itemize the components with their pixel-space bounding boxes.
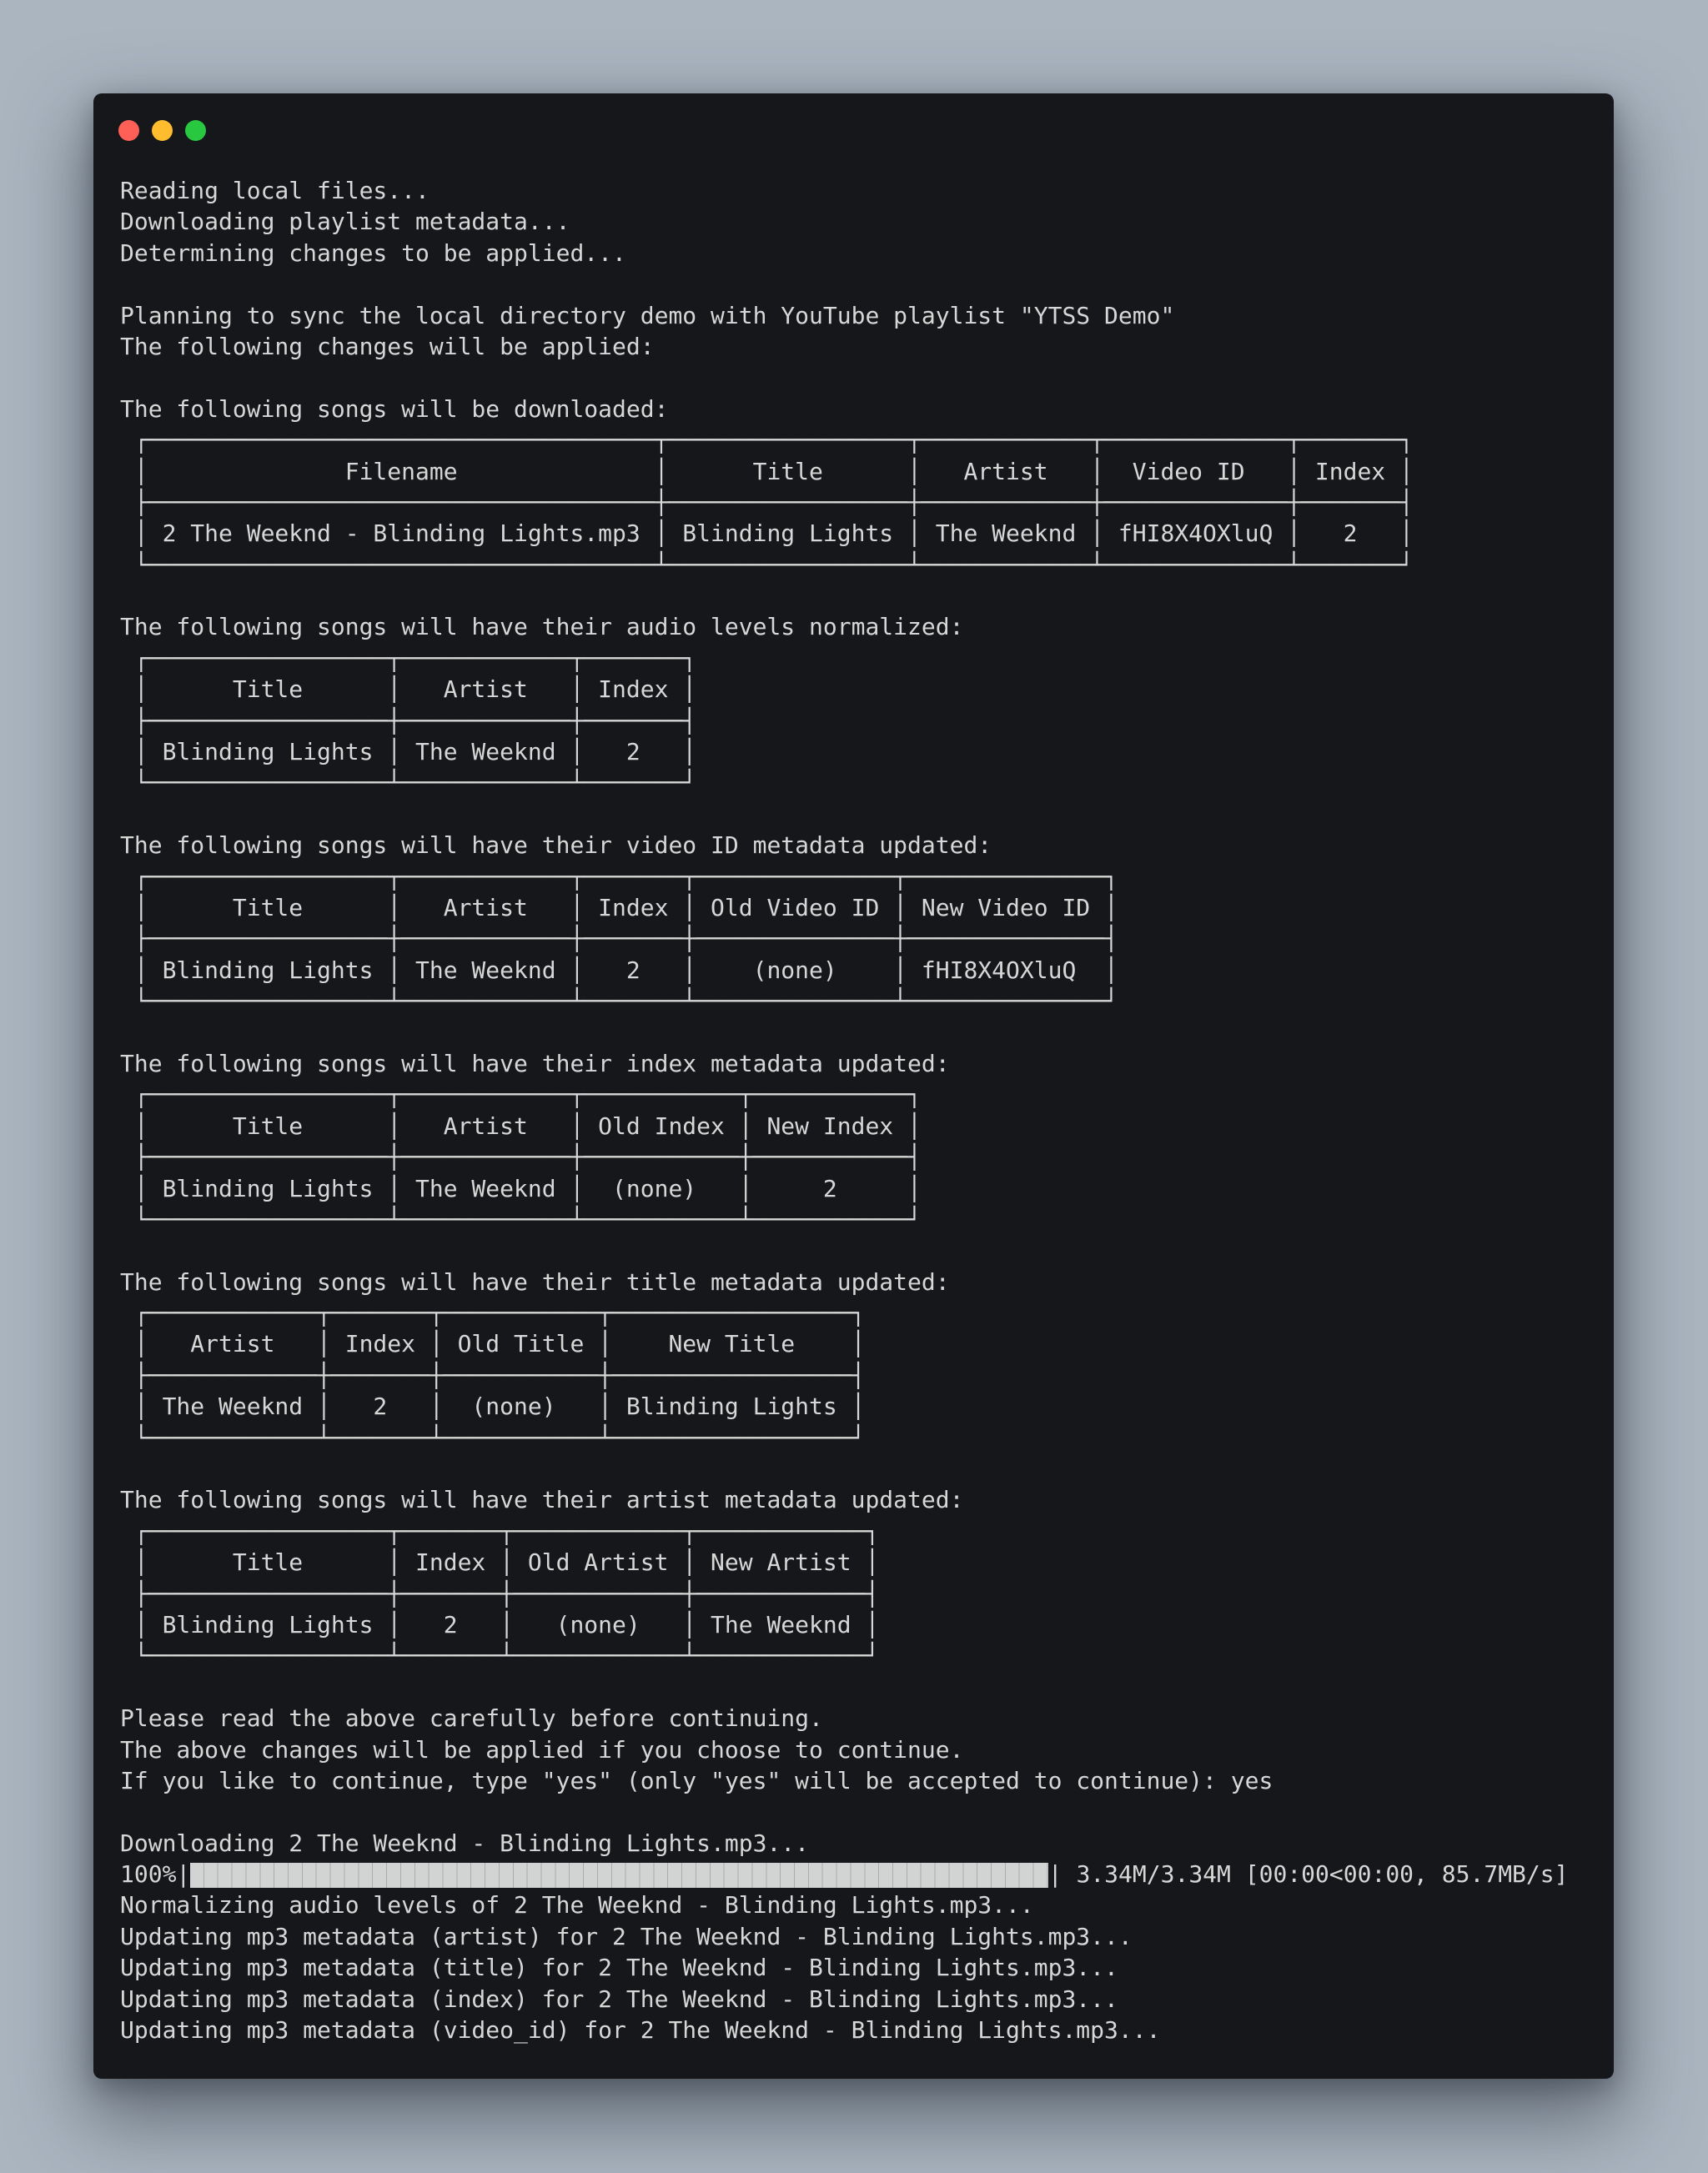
table-top-border: ┌────────────────────────────────────┬──… (120, 426, 1414, 454)
output-line: Updating mp3 metadata (index) for 2 The … (120, 1985, 1118, 2013)
changes-table: ┌─────────────────┬────────────┬───────┬… (120, 861, 1568, 1017)
output-line: Determining changes to be applied... (120, 238, 626, 267)
table-top-border: ┌─────────────────┬────────────┬────────… (120, 1081, 922, 1109)
progress-percent: 100%| (120, 1860, 191, 1889)
table-header-row: │ Artist │ Index │ Old Title │ New Title… (120, 1330, 866, 1358)
section-heading: The following songs will have their audi… (120, 613, 964, 641)
output-line: The following changes will be applied: (120, 332, 655, 360)
maximize-window-button[interactable] (185, 120, 206, 141)
table-row: │ Blinding Lights │ The Weeknd │ 2 │ (120, 738, 697, 766)
table-separator: ├────────────────────────────────────┼──… (120, 488, 1414, 516)
confirm-line: The above changes will be applied if you… (120, 1735, 964, 1764)
section-heading: The following songs will have their titl… (120, 1267, 950, 1296)
progress-bar (190, 1863, 1048, 1889)
output-line: Updating mp3 metadata (video_id) for 2 T… (120, 2016, 1161, 2045)
terminal-window: Reading local files... Downloading playli… (93, 93, 1614, 2079)
table-row: │ The Weeknd │ 2 │ (none) │ Blinding Lig… (120, 1393, 866, 1421)
output-line: Downloading playlist metadata... (120, 208, 570, 236)
table-header-row: │ Title │ Index │ Old Artist │ New Artis… (120, 1548, 880, 1577)
terminal-output: Reading local files... Downloading playli… (120, 175, 1568, 2045)
section-heading: The following songs will be downloaded: (120, 394, 669, 423)
window-controls (118, 120, 206, 141)
section-heading: The following songs will have their inde… (120, 1049, 950, 1077)
table-row: │ Blinding Lights │ The Weeknd │ 2 │ (no… (120, 956, 1118, 984)
output-line: Planning to sync the local directory dem… (120, 301, 1175, 329)
table-bottom-border: └─────────────────┴────────────┴───────┴… (120, 987, 1118, 1016)
changes-table: ┌─────────────────┬───────┬────────────┬… (120, 1516, 1568, 1672)
table-header-row: │ Title │ Artist │ Index │ Old Video ID … (120, 893, 1118, 921)
table-top-border: ┌─────────────────┬────────────┬───────┐ (120, 644, 697, 672)
changes-table: ┌────────────────────────────────────┬──… (120, 424, 1568, 580)
table-separator: ├─────────────────┼────────────┼───────┤ (120, 706, 697, 735)
confirm-line: If you like to continue, type "yes" (onl… (120, 1766, 1273, 1794)
minimize-window-button[interactable] (152, 120, 173, 141)
table-bottom-border: └─────────────────┴───────┴────────────┴… (120, 1642, 880, 1670)
changes-table: ┌─────────────────┬────────────┬────────… (120, 1079, 1568, 1235)
table-row: │ 2 The Weeknd - Blinding Lights.mp3 │ B… (120, 519, 1414, 548)
changes-table: ┌─────────────────┬────────────┬───────┐… (120, 643, 1568, 799)
progress-stats: | 3.34M/3.34M [00:00<00:00, 85.7MB/s] (1047, 1860, 1569, 1889)
table-top-border: ┌─────────────────┬───────┬────────────┬… (120, 1517, 880, 1545)
table-bottom-border: └─────────────────┴────────────┴────────… (120, 1205, 922, 1233)
table-header-row: │ Filename │ Title │ Artist │ Video ID │… (120, 457, 1414, 485)
output-line: Updating mp3 metadata (title) for 2 The … (120, 1954, 1118, 1982)
table-row: │ Blinding Lights │ 2 │ (none) │ The Wee… (120, 1610, 880, 1639)
output-line: Updating mp3 metadata (artist) for 2 The… (120, 1922, 1133, 1950)
progress-line: 100%| | 3.34M/3.34M [00:00<00:00, 85.7MB/… (120, 1859, 1568, 1889)
table-separator: ├────────────┼───────┼───────────┼──────… (120, 1361, 866, 1389)
output-line: Normalizing audio levels of 2 The Weeknd… (120, 1891, 1034, 1920)
table-separator: ├─────────────────┼────────────┼────────… (120, 1143, 922, 1172)
table-separator: ├─────────────────┼────────────┼───────┼… (120, 925, 1118, 953)
section-heading: The following songs will have their arti… (120, 1486, 964, 1514)
table-row: │ Blinding Lights │ The Weeknd │ (none) … (120, 1174, 922, 1202)
table-bottom-border: └────────────────────────────────────┴──… (120, 550, 1414, 579)
table-top-border: ┌────────────┬───────┬───────────┬──────… (120, 1299, 866, 1327)
confirm-line: Please read the above carefully before c… (120, 1704, 823, 1733)
download-status: Downloading 2 The Weeknd - Blinding Ligh… (120, 1829, 810, 1857)
table-header-row: │ Title │ Artist │ Index │ (120, 675, 697, 704)
section-heading: The following songs will have their vide… (120, 831, 992, 860)
table-separator: ├─────────────────┼───────┼────────────┼… (120, 1579, 880, 1608)
table-bottom-border: └────────────┴───────┴───────────┴──────… (120, 1423, 866, 1452)
close-window-button[interactable] (118, 120, 139, 141)
changes-table: ┌────────────┬───────┬───────────┬──────… (120, 1297, 1568, 1453)
output-line: Reading local files... (120, 177, 430, 204)
table-bottom-border: └─────────────────┴────────────┴───────┘ (120, 769, 697, 797)
table-top-border: ┌─────────────────┬────────────┬───────┬… (120, 862, 1118, 891)
table-header-row: │ Title │ Artist │ Old Index │ New Index… (120, 1112, 922, 1140)
